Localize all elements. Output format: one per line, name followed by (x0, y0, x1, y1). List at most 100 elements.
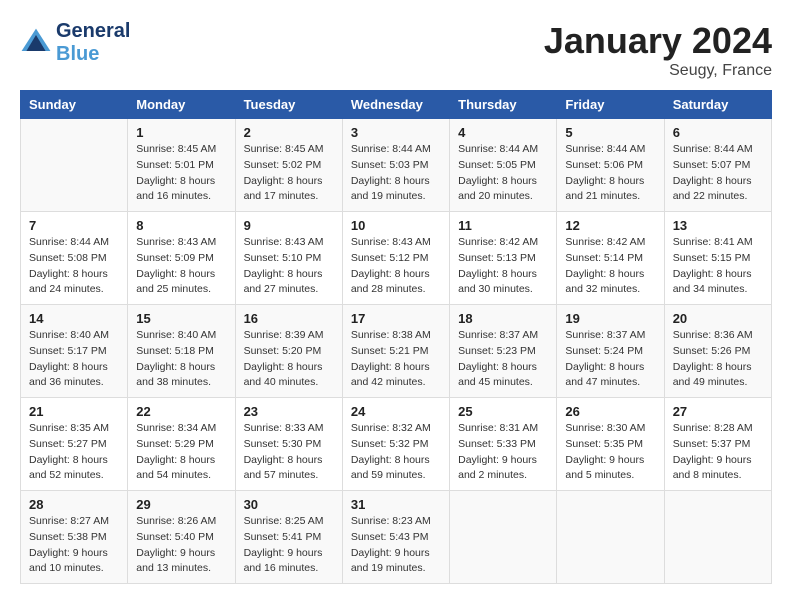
column-header-friday: Friday (557, 91, 664, 119)
calendar-cell: 11 Sunrise: 8:42 AMSunset: 5:13 PMDayligh… (450, 212, 557, 305)
day-number: 14 (29, 311, 119, 326)
calendar-cell: 27Sunrise: 8:28 AMSunset: 5:37 PMDayligh… (664, 398, 771, 491)
logo-icon (20, 27, 52, 59)
calendar-cell (664, 491, 771, 584)
day-info: Sunrise: 8:45 AMSunset: 5:01 PMDaylight:… (136, 142, 226, 205)
calendar-cell: 7 Sunrise: 8:44 AMSunset: 5:08 PMDaylight… (21, 212, 128, 305)
day-number: 23 (244, 404, 334, 419)
calendar-cell: 3 Sunrise: 8:44 AMSunset: 5:03 PMDaylight… (342, 119, 449, 212)
column-header-monday: Monday (128, 91, 235, 119)
day-number: 7 (29, 218, 119, 233)
day-number: 16 (244, 311, 334, 326)
week-row-5: 28 Sunrise: 8:27 AMSunset: 5:38 PMDayligh… (21, 491, 772, 584)
day-info: Sunrise: 8:42 AMSunset: 5:14 PMDaylight:… (565, 235, 655, 298)
calendar-cell: 25 Sunrise: 8:31 AMSunset: 5:33 PMDayligh… (450, 398, 557, 491)
week-row-1: 1 Sunrise: 8:45 AMSunset: 5:01 PMDaylight… (21, 119, 772, 212)
week-row-4: 21 Sunrise: 8:35 AMSunset: 5:27 PMDayligh… (21, 398, 772, 491)
calendar-cell: 22 Sunrise: 8:34 AMSunset: 5:29 PMDayligh… (128, 398, 235, 491)
week-row-2: 7 Sunrise: 8:44 AMSunset: 5:08 PMDaylight… (21, 212, 772, 305)
calendar-cell: 14 Sunrise: 8:40 AMSunset: 5:17 PMDayligh… (21, 305, 128, 398)
month-title: January 2024 (544, 20, 772, 62)
calendar-cell: 13 Sunrise: 8:41 AMSunset: 5:15 PMDayligh… (664, 212, 771, 305)
day-info: Sunrise: 8:34 AMSunset: 5:29 PMDaylight:… (136, 421, 226, 484)
calendar-cell: 26 Sunrise: 8:30 AMSunset: 5:35 PMDayligh… (557, 398, 664, 491)
day-info: Sunrise: 8:31 AMSunset: 5:33 PMDaylight:… (458, 421, 548, 484)
calendar-cell: 6 Sunrise: 8:44 AMSunset: 5:07 PMDaylight… (664, 119, 771, 212)
page-header: General Blue January 2024 Seugy, France (20, 20, 772, 80)
day-number: 10 (351, 218, 441, 233)
location: Seugy, France (544, 62, 772, 80)
day-info: Sunrise: 8:35 AMSunset: 5:27 PMDaylight:… (29, 421, 119, 484)
day-info: Sunrise: 8:33 AMSunset: 5:30 PMDaylight:… (244, 421, 334, 484)
day-number: 31 (351, 497, 441, 512)
day-info: Sunrise: 8:40 AMSunset: 5:18 PMDaylight:… (136, 328, 226, 391)
calendar-cell (450, 491, 557, 584)
calendar-cell: 19 Sunrise: 8:37 AMSunset: 5:24 PMDayligh… (557, 305, 664, 398)
calendar-cell: 21 Sunrise: 8:35 AMSunset: 5:27 PMDayligh… (21, 398, 128, 491)
calendar-cell: 12Sunrise: 8:42 AMSunset: 5:14 PMDayligh… (557, 212, 664, 305)
day-info: Sunrise: 8:45 AMSunset: 5:02 PMDaylight:… (244, 142, 334, 205)
week-row-3: 14 Sunrise: 8:40 AMSunset: 5:17 PMDayligh… (21, 305, 772, 398)
calendar-cell: 23 Sunrise: 8:33 AMSunset: 5:30 PMDayligh… (235, 398, 342, 491)
column-header-tuesday: Tuesday (235, 91, 342, 119)
day-number: 13 (673, 218, 763, 233)
column-header-thursday: Thursday (450, 91, 557, 119)
day-info: Sunrise: 8:40 AMSunset: 5:17 PMDaylight:… (29, 328, 119, 391)
day-number: 4 (458, 125, 548, 140)
day-info: Sunrise: 8:44 AMSunset: 5:07 PMDaylight:… (673, 142, 763, 205)
calendar-cell (557, 491, 664, 584)
day-info: Sunrise: 8:41 AMSunset: 5:15 PMDaylight:… (673, 235, 763, 298)
calendar-cell: 17 Sunrise: 8:38 AMSunset: 5:21 PMDayligh… (342, 305, 449, 398)
day-info: Sunrise: 8:37 AMSunset: 5:23 PMDaylight:… (458, 328, 548, 391)
column-header-sunday: Sunday (21, 91, 128, 119)
calendar-cell: 24Sunrise: 8:32 AMSunset: 5:32 PMDayligh… (342, 398, 449, 491)
day-info: Sunrise: 8:44 AMSunset: 5:08 PMDaylight:… (29, 235, 119, 298)
day-info: Sunrise: 8:42 AMSunset: 5:13 PMDaylight:… (458, 235, 548, 298)
day-info: Sunrise: 8:43 AMSunset: 5:09 PMDaylight:… (136, 235, 226, 298)
day-info: Sunrise: 8:43 AMSunset: 5:10 PMDaylight:… (244, 235, 334, 298)
day-number: 2 (244, 125, 334, 140)
day-info: Sunrise: 8:38 AMSunset: 5:21 PMDaylight:… (351, 328, 441, 391)
calendar-cell: 16 Sunrise: 8:39 AMSunset: 5:20 PMDayligh… (235, 305, 342, 398)
day-number: 1 (136, 125, 226, 140)
calendar-cell: 4Sunrise: 8:44 AMSunset: 5:05 PMDaylight… (450, 119, 557, 212)
day-number: 3 (351, 125, 441, 140)
day-info: Sunrise: 8:25 AMSunset: 5:41 PMDaylight:… (244, 514, 334, 577)
calendar-cell: 10Sunrise: 8:43 AMSunset: 5:12 PMDayligh… (342, 212, 449, 305)
day-number: 22 (136, 404, 226, 419)
day-number: 18 (458, 311, 548, 326)
calendar-cell: 20Sunrise: 8:36 AMSunset: 5:26 PMDayligh… (664, 305, 771, 398)
day-number: 6 (673, 125, 763, 140)
day-number: 5 (565, 125, 655, 140)
day-number: 8 (136, 218, 226, 233)
day-number: 19 (565, 311, 655, 326)
column-header-saturday: Saturday (664, 91, 771, 119)
day-number: 11 (458, 218, 548, 233)
day-number: 25 (458, 404, 548, 419)
day-number: 15 (136, 311, 226, 326)
day-number: 28 (29, 497, 119, 512)
calendar-cell: 8 Sunrise: 8:43 AMSunset: 5:09 PMDaylight… (128, 212, 235, 305)
day-number: 26 (565, 404, 655, 419)
day-info: Sunrise: 8:39 AMSunset: 5:20 PMDaylight:… (244, 328, 334, 391)
column-header-wednesday: Wednesday (342, 91, 449, 119)
day-info: Sunrise: 8:30 AMSunset: 5:35 PMDaylight:… (565, 421, 655, 484)
day-number: 17 (351, 311, 441, 326)
calendar-cell: 5 Sunrise: 8:44 AMSunset: 5:06 PMDaylight… (557, 119, 664, 212)
calendar-cell: 30 Sunrise: 8:25 AMSunset: 5:41 PMDayligh… (235, 491, 342, 584)
calendar-header-row: SundayMondayTuesdayWednesdayThursdayFrid… (21, 91, 772, 119)
calendar-cell: 9Sunrise: 8:43 AMSunset: 5:10 PMDaylight… (235, 212, 342, 305)
day-info: Sunrise: 8:27 AMSunset: 5:38 PMDaylight:… (29, 514, 119, 577)
day-info: Sunrise: 8:37 AMSunset: 5:24 PMDaylight:… (565, 328, 655, 391)
logo-text-line2: Blue (56, 43, 130, 66)
day-info: Sunrise: 8:44 AMSunset: 5:03 PMDaylight:… (351, 142, 441, 205)
day-number: 30 (244, 497, 334, 512)
day-number: 21 (29, 404, 119, 419)
calendar-cell: 28 Sunrise: 8:27 AMSunset: 5:38 PMDayligh… (21, 491, 128, 584)
calendar-cell: 15 Sunrise: 8:40 AMSunset: 5:18 PMDayligh… (128, 305, 235, 398)
day-info: Sunrise: 8:44 AMSunset: 5:06 PMDaylight:… (565, 142, 655, 205)
logo-text-line1: General (56, 20, 130, 43)
day-number: 29 (136, 497, 226, 512)
calendar-cell: 31Sunrise: 8:23 AMSunset: 5:43 PMDayligh… (342, 491, 449, 584)
calendar-cell: 1 Sunrise: 8:45 AMSunset: 5:01 PMDaylight… (128, 119, 235, 212)
